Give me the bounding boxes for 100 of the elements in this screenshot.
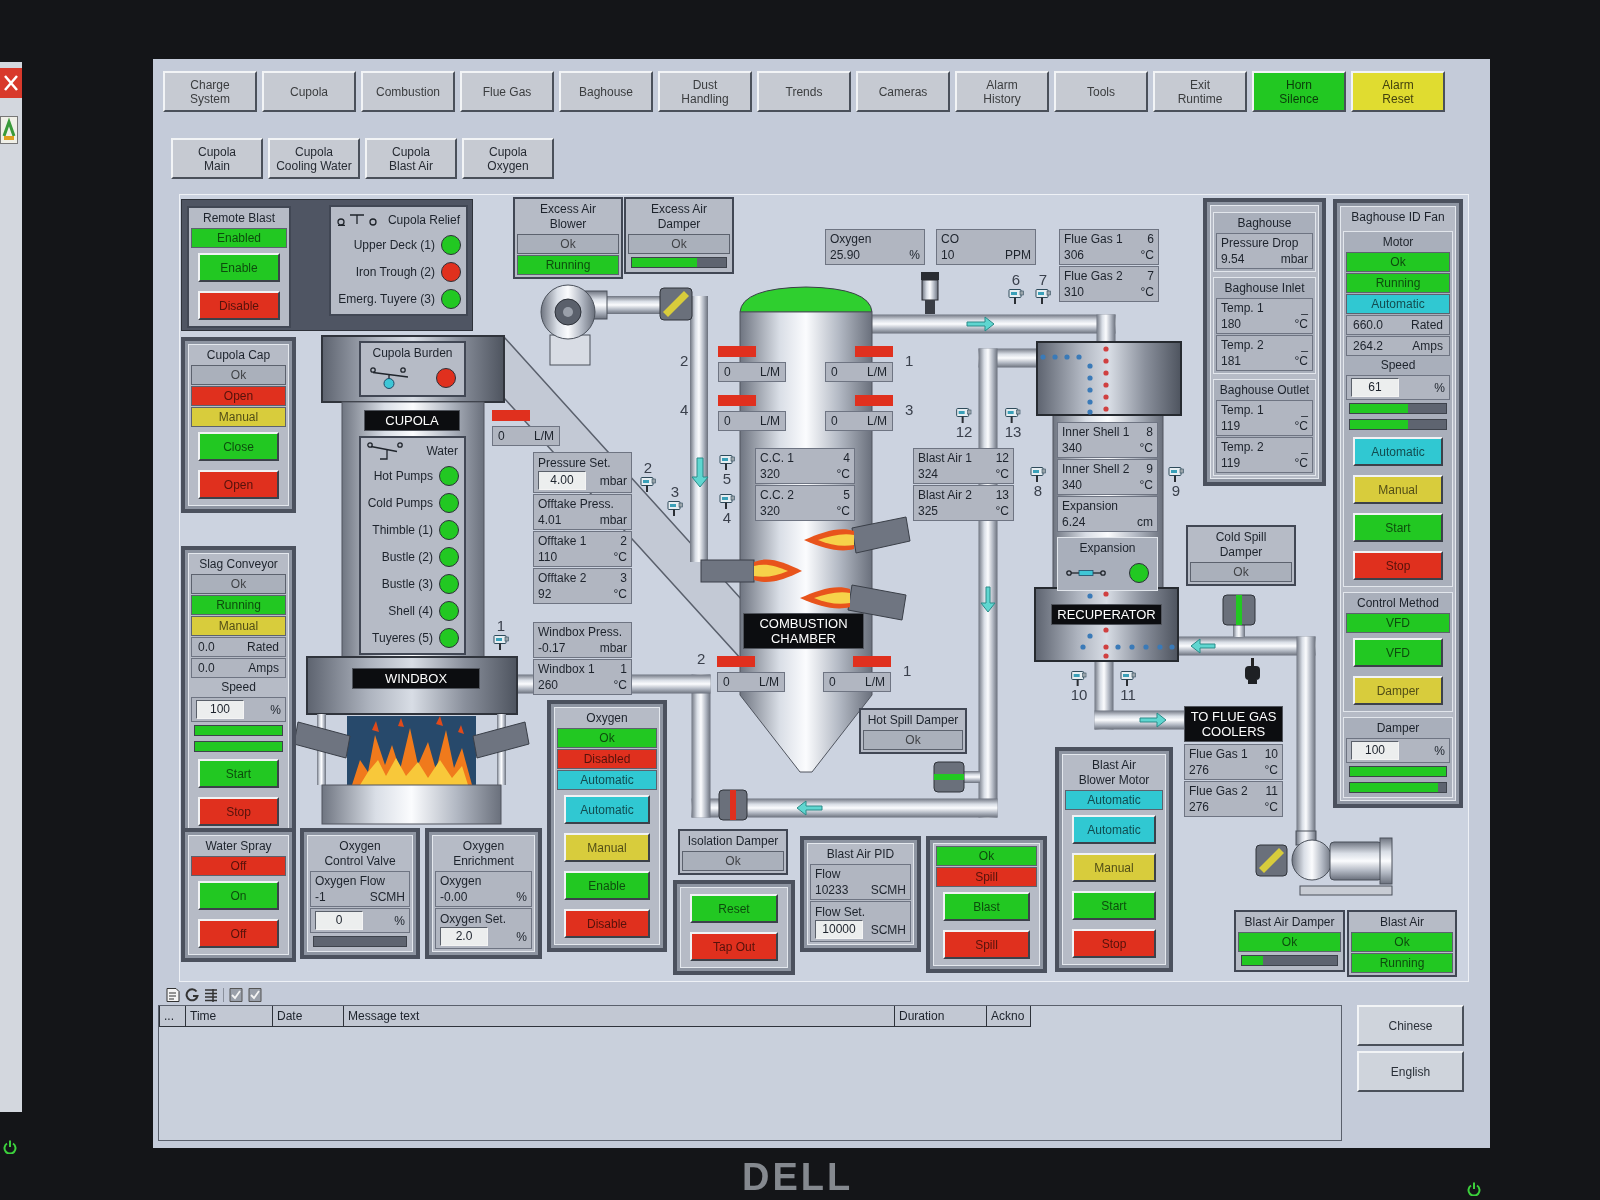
setpoint-field[interactable]: 61 (1351, 378, 1399, 397)
tick-box-icon[interactable] (248, 987, 262, 1002)
nav-button[interactable]: Cupola Blast Air (365, 138, 457, 179)
nav-button[interactable]: Combustion (361, 71, 455, 112)
status-indicator: Running (1351, 953, 1453, 973)
flow-arrow-icon (1139, 712, 1167, 728)
command-button[interactable]: Automatic (564, 795, 650, 824)
unit-label: °C (1140, 284, 1154, 300)
nav-button[interactable]: Cameras (856, 71, 950, 112)
nav-button[interactable]: Alarm History (955, 71, 1049, 112)
command-button[interactable]: Stop (1353, 551, 1443, 580)
command-button[interactable]: Manual (1072, 853, 1156, 882)
readout-value: 0 (831, 364, 838, 381)
command-button[interactable]: Reset (690, 894, 778, 923)
status-indicator: Running (1346, 273, 1450, 293)
command-button[interactable]: Open (198, 470, 279, 499)
nav-button[interactable]: Trends (757, 71, 851, 112)
nav-button[interactable]: Baghouse (559, 71, 653, 112)
nav-button[interactable]: Cupola (262, 71, 356, 112)
command-button[interactable]: Blast (943, 892, 1030, 921)
language-button[interactable]: English (1357, 1051, 1464, 1092)
tag-number: 13 (995, 487, 1009, 503)
readout-value: 110 (538, 549, 558, 565)
app-icon[interactable] (0, 116, 18, 144)
command-button[interactable]: Stop (198, 797, 279, 826)
sensor-number: 1 (496, 618, 506, 634)
command-button[interactable]: Automatic (1072, 815, 1156, 844)
readout-value: 660.0 (1353, 317, 1384, 334)
readout-value: 310 (1064, 284, 1085, 300)
command-button[interactable]: Tap Out (690, 932, 778, 961)
page-icon[interactable] (166, 987, 180, 1002)
setpoint-field[interactable]: 100 (196, 700, 244, 719)
language-button[interactable]: Chinese (1357, 1005, 1464, 1046)
status-indicator: Ok (1238, 932, 1341, 952)
command-button[interactable]: Close (198, 432, 279, 461)
readout-label: Offtake 2 (538, 570, 587, 586)
probe-icon (719, 455, 735, 470)
status-indicator: Spill (936, 867, 1037, 887)
unit-label: mbar (1280, 251, 1308, 267)
readout-value: 260 (538, 677, 559, 693)
unit-label: mbar (599, 472, 627, 489)
unit-label: °C (1139, 440, 1153, 456)
command-button[interactable]: Start (198, 759, 279, 788)
tick-box-icon[interactable] (229, 987, 243, 1002)
section-heading: Baghouse Inlet (1224, 281, 1305, 296)
command-button[interactable]: Manual (564, 833, 650, 862)
readout-label: Flow (815, 866, 841, 882)
command-button[interactable]: Stop (1072, 929, 1156, 958)
command-button[interactable]: Off (198, 919, 279, 948)
command-button[interactable]: Start (1353, 513, 1443, 542)
tag-number: 7 (1147, 268, 1154, 284)
panel-title: Oxygen Enrichment (453, 839, 514, 869)
readout-value: 340 (1062, 440, 1083, 456)
sensor-number: 2 (697, 651, 706, 667)
command-button[interactable]: Disable (564, 909, 650, 938)
setpoint-field[interactable]: 0 (315, 911, 363, 930)
column-header: Ackno (986, 1006, 1030, 1026)
status-indicator: Automatic (557, 770, 657, 790)
status-indicator: Off (191, 856, 286, 876)
nav-button[interactable]: Flue Gas (460, 71, 554, 112)
setpoint-field[interactable]: 2.0 (440, 927, 488, 946)
readout-value: 181 (1221, 353, 1242, 369)
nav-button[interactable]: Cupola Oxygen (462, 138, 554, 179)
unit-label: % (1434, 379, 1445, 396)
nav-button[interactable]: Tools (1054, 71, 1148, 112)
section-heading: Baghouse Outlet (1219, 383, 1310, 398)
command-button[interactable]: Damper (1353, 676, 1443, 705)
nav-button[interactable]: Cupola Cooling Water (268, 138, 360, 179)
readout-value: 180 (1221, 316, 1242, 332)
nav-button[interactable]: Horn Silence (1252, 71, 1346, 112)
unit-label: L/M (867, 364, 887, 381)
section-heading: Expansion (1079, 541, 1136, 556)
readout-value: 4.01 (538, 512, 562, 528)
command-button[interactable]: Manual (1353, 475, 1443, 504)
close-icon[interactable] (0, 68, 22, 98)
list-icon[interactable] (204, 987, 218, 1002)
readout-value: 0.0 (198, 639, 215, 656)
command-button[interactable]: VFD (1353, 638, 1443, 667)
command-button[interactable]: Enable (564, 871, 650, 900)
refresh-icon[interactable] (185, 987, 199, 1002)
setpoint-field[interactable]: 10000 (815, 920, 863, 939)
command-button[interactable]: Start (1072, 891, 1156, 920)
panel-title: Water (426, 443, 458, 460)
nav-button[interactable]: Charge System (163, 71, 257, 112)
nav-button[interactable]: Dust Handling (658, 71, 752, 112)
command-button[interactable]: On (198, 881, 279, 910)
setpoint-field[interactable]: 100 (1351, 741, 1399, 760)
nav-button[interactable]: Exit Runtime (1153, 71, 1247, 112)
power-icon (3, 1140, 17, 1154)
command-button[interactable]: Disable (198, 291, 280, 320)
nav-button[interactable]: Alarm Reset (1351, 71, 1445, 112)
setpoint-field[interactable]: 4.00 (538, 471, 586, 490)
command-button[interactable]: Enable (198, 253, 280, 282)
tag-number: 12 (995, 450, 1009, 466)
section-heading: Baghouse (1237, 216, 1292, 231)
command-button[interactable]: Automatic (1353, 437, 1443, 466)
command-button[interactable]: Spill (943, 930, 1030, 959)
readout-value: 10233 (815, 882, 849, 898)
nav-button[interactable]: Cupola Main (171, 138, 263, 179)
unit-label: % (909, 247, 920, 263)
